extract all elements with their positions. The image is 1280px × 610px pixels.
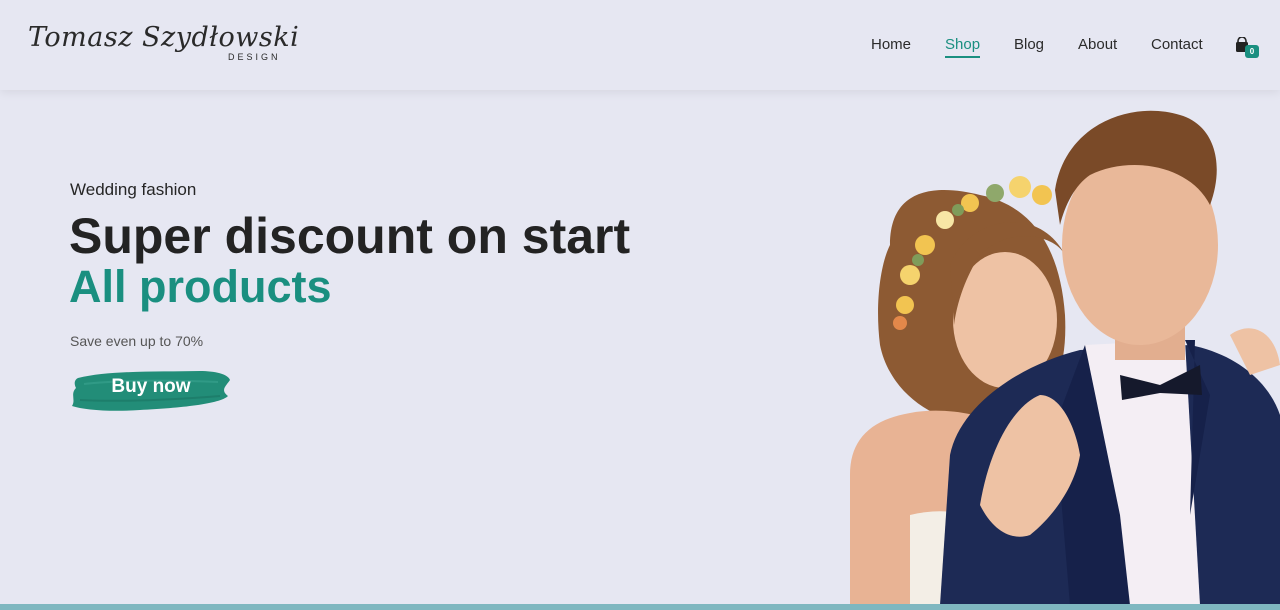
- buy-now-button[interactable]: Buy now: [70, 366, 232, 414]
- cart-count-badge: 0: [1245, 45, 1259, 58]
- buy-now-label: Buy now: [111, 376, 191, 397]
- hero-couple-image: [830, 95, 1280, 605]
- brand-logo[interactable]: Tomasz Szydłowski DESIGN: [28, 22, 300, 66]
- cart-button[interactable]: 0: [1235, 37, 1259, 61]
- nav-shop-link[interactable]: Shop: [945, 36, 981, 58]
- hero-note: Save even up to 70%: [70, 333, 204, 349]
- hero-kicker: Wedding fashion: [70, 180, 197, 199]
- site-header: Tomasz Szydłowski DESIGN Home Shop Blog …: [0, 0, 1280, 90]
- nav-about-link[interactable]: About: [1078, 36, 1117, 53]
- hero-title: Super discount on start: [69, 208, 631, 264]
- bottom-accent-bar: [0, 604, 1280, 610]
- hero-subtitle: All products: [69, 261, 332, 312]
- brand-name: Tomasz Szydłowski: [28, 22, 300, 53]
- nav-blog-link[interactable]: Blog: [1014, 36, 1044, 53]
- nav-contact-link[interactable]: Contact: [1151, 36, 1203, 53]
- nav-home-link[interactable]: Home: [871, 36, 911, 53]
- brand-subtitle: DESIGN: [228, 52, 281, 62]
